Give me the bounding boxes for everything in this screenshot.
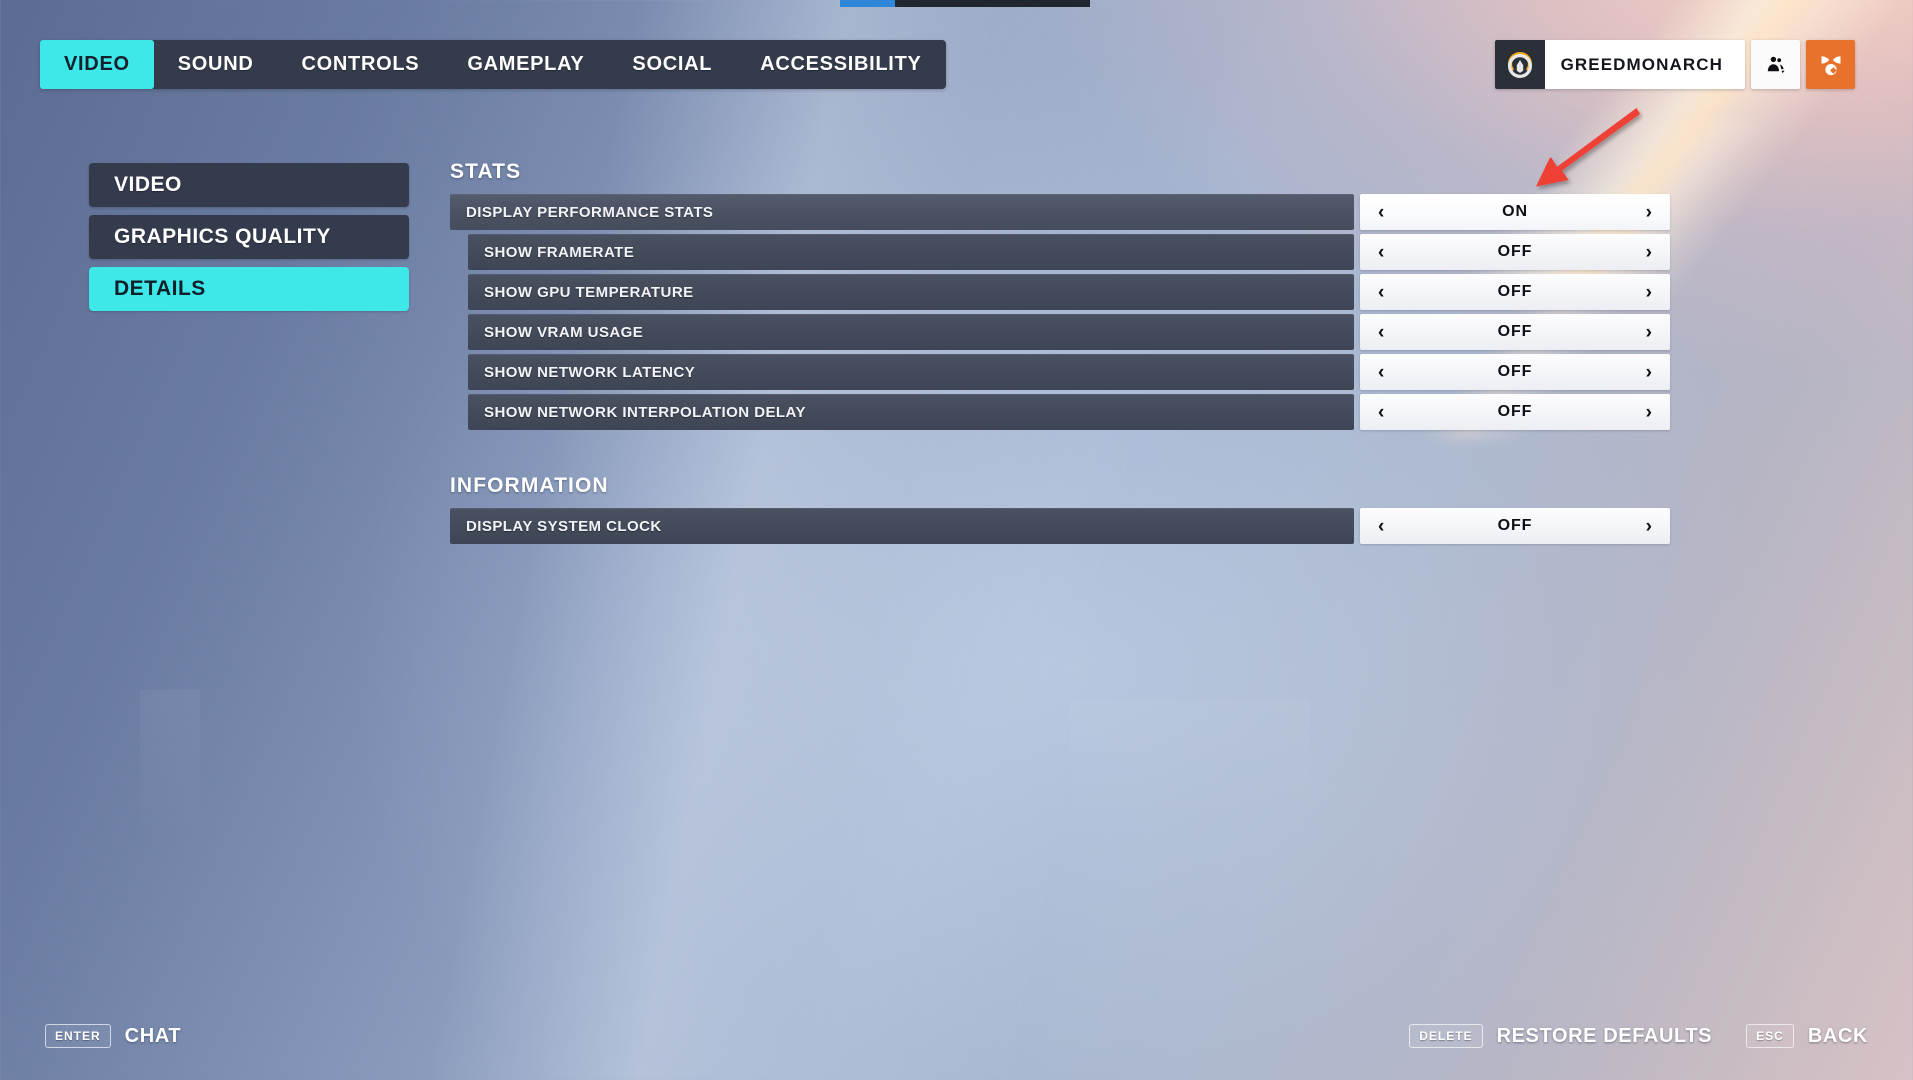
overwatch-logo-icon [1494, 40, 1545, 89]
nav-tab-social[interactable]: SOCIAL [608, 40, 736, 89]
setting-label-show-network-interpolation-delay[interactable]: SHOW NETWORK INTERPOLATION DELAY [468, 394, 1354, 430]
setting-value: OFF [1497, 363, 1533, 380]
setting-selector-show-network-interpolation-delay[interactable]: ‹ OFF › [1360, 394, 1670, 430]
chevron-right-icon[interactable]: › [1646, 323, 1652, 342]
keycap-delete: DELETE [1409, 1024, 1483, 1048]
setting-row: DISPLAY PERFORMANCE STATS ‹ ON › [450, 194, 1670, 230]
setting-value: OFF [1497, 517, 1533, 534]
chevron-left-icon[interactable]: ‹ [1378, 323, 1384, 342]
chevron-left-icon[interactable]: ‹ [1378, 203, 1384, 222]
footer-hint-label: BACK [1807, 1024, 1868, 1047]
keycap-enter: ENTER [45, 1024, 111, 1048]
setting-row: SHOW NETWORK LATENCY ‹ OFF › [450, 354, 1670, 390]
section-title-stats: STATS [450, 160, 522, 183]
setting-row: SHOW NETWORK INTERPOLATION DELAY ‹ OFF › [450, 394, 1670, 430]
setting-value: OFF [1497, 283, 1533, 300]
chevron-left-icon[interactable]: ‹ [1378, 403, 1384, 422]
group-people-icon [1767, 56, 1785, 73]
chevron-left-icon[interactable]: ‹ [1378, 283, 1384, 302]
chevron-left-icon[interactable]: ‹ [1378, 517, 1384, 536]
top-progress-fill [840, 0, 895, 7]
footer-left-hints: ENTER CHAT [45, 1024, 181, 1048]
sidebar-item-details[interactable]: DETAILS [89, 267, 409, 311]
main-nav-tabs[interactable]: VIDEO SOUND CONTROLS GAMEPLAY SOCIAL ACCESSIB… [40, 40, 946, 89]
chevron-left-icon[interactable]: ‹ [1378, 363, 1384, 382]
profile-cluster: GREEDMONARCH [1494, 40, 1855, 89]
footer-hint-restore-defaults[interactable]: DELETE RESTORE DEFAULTS [1409, 1024, 1712, 1048]
profile-card[interactable]: GREEDMONARCH [1494, 40, 1745, 89]
setting-value: ON [1502, 203, 1528, 220]
background-soft-panel [140, 690, 200, 840]
medal-badge-icon [1821, 55, 1840, 75]
setting-selector-show-framerate[interactable]: ‹ OFF › [1360, 234, 1670, 270]
chevron-right-icon[interactable]: › [1646, 363, 1652, 382]
chevron-right-icon[interactable]: › [1646, 203, 1652, 222]
medal-badge-icon-button[interactable] [1806, 40, 1855, 89]
sidebar-item-video[interactable]: VIDEO [89, 163, 409, 207]
background-soft-panel-2 [1070, 700, 1310, 830]
setting-label-display-system-clock[interactable]: DISPLAY SYSTEM CLOCK [450, 508, 1354, 544]
group-people-icon-button[interactable] [1751, 40, 1800, 89]
setting-row: SHOW FRAMERATE ‹ OFF › [450, 234, 1670, 270]
setting-selector-display-system-clock[interactable]: ‹ OFF › [1360, 508, 1670, 544]
setting-row: SHOW VRAM USAGE ‹ OFF › [450, 314, 1670, 350]
setting-label-show-network-latency[interactable]: SHOW NETWORK LATENCY [468, 354, 1354, 390]
top-progress-bar [840, 0, 1090, 7]
sidebar-item-graphics-quality[interactable]: GRAPHICS QUALITY [89, 215, 409, 259]
nav-tab-video[interactable]: VIDEO [40, 40, 154, 89]
chevron-right-icon[interactable]: › [1646, 403, 1652, 422]
chevron-right-icon[interactable]: › [1646, 517, 1652, 536]
setting-row: SHOW GPU TEMPERATURE ‹ OFF › [450, 274, 1670, 310]
footer-right-hints: DELETE RESTORE DEFAULTS ESC BACK [1409, 1024, 1868, 1048]
setting-row: DISPLAY SYSTEM CLOCK ‹ OFF › [450, 508, 1670, 544]
keycap-esc: ESC [1746, 1024, 1794, 1048]
chevron-right-icon[interactable]: › [1646, 243, 1652, 262]
footer-hint-chat[interactable]: ENTER CHAT [45, 1024, 181, 1048]
player-name: GREEDMONARCH [1560, 54, 1723, 74]
setting-value: OFF [1497, 403, 1533, 420]
setting-value: OFF [1497, 243, 1533, 260]
setting-selector-show-network-latency[interactable]: ‹ OFF › [1360, 354, 1670, 390]
footer-hint-label: RESTORE DEFAULTS [1496, 1024, 1713, 1047]
setting-label-show-framerate[interactable]: SHOW FRAMERATE [468, 234, 1354, 270]
nav-tab-accessibility[interactable]: ACCESSIBILITY [736, 40, 945, 89]
nav-tab-sound[interactable]: SOUND [154, 40, 278, 89]
setting-selector-show-gpu-temperature[interactable]: ‹ OFF › [1360, 274, 1670, 310]
nav-tab-gameplay[interactable]: GAMEPLAY [443, 40, 608, 89]
setting-selector-show-vram-usage[interactable]: ‹ OFF › [1360, 314, 1670, 350]
settings-sidebar[interactable]: VIDEO GRAPHICS QUALITY DETAILS [89, 163, 409, 311]
chevron-left-icon[interactable]: ‹ [1378, 243, 1384, 262]
chevron-right-icon[interactable]: › [1646, 283, 1652, 302]
footer-hint-back[interactable]: ESC BACK [1746, 1024, 1868, 1048]
footer-hint-label: CHAT [124, 1024, 182, 1047]
setting-selector-display-performance-stats[interactable]: ‹ ON › [1360, 194, 1670, 230]
settings-panel: STATS DISPLAY PERFORMANCE STATS ‹ ON › SHOW F… [450, 160, 1670, 548]
setting-label-display-performance-stats[interactable]: DISPLAY PERFORMANCE STATS [450, 194, 1354, 230]
setting-value: OFF [1497, 323, 1533, 340]
nav-tab-controls[interactable]: CONTROLS [277, 40, 443, 89]
setting-label-show-vram-usage[interactable]: SHOW VRAM USAGE [468, 314, 1354, 350]
setting-label-show-gpu-temperature[interactable]: SHOW GPU TEMPERATURE [468, 274, 1354, 310]
section-title-information: INFORMATION [450, 474, 609, 497]
